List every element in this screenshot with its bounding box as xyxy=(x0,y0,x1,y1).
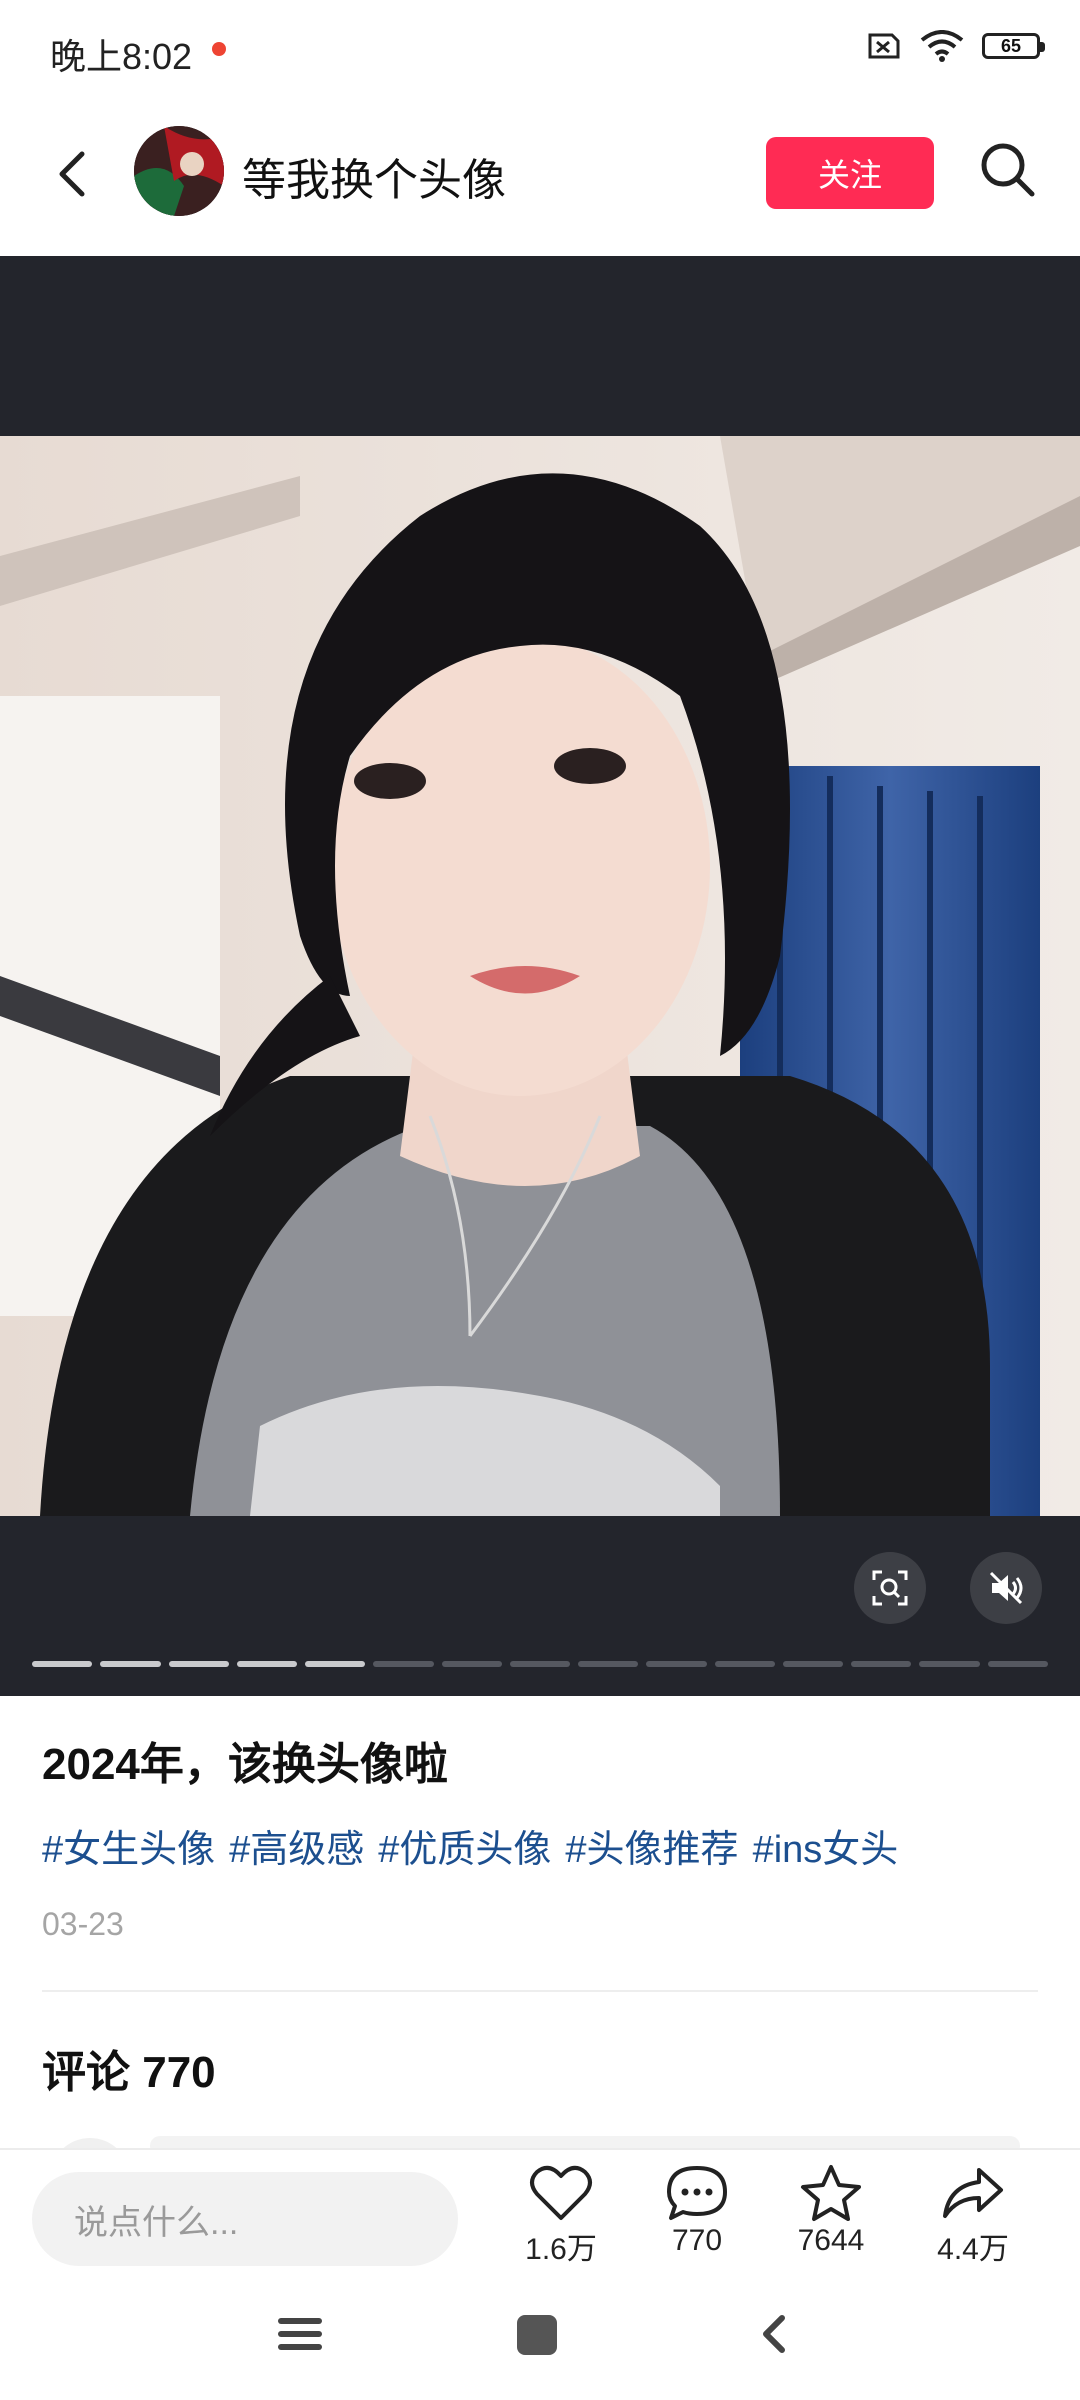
share-icon xyxy=(943,2168,1003,2218)
slide-progress-segment xyxy=(919,1661,980,1667)
share-count: 4.4万 xyxy=(937,2233,1009,2266)
slide-progress-segment xyxy=(441,1661,502,1667)
system-nav-bar xyxy=(0,2276,1080,2400)
follow-button[interactable]: 关注 xyxy=(766,137,934,209)
slide-progress-segment xyxy=(578,1661,639,1667)
search-icon[interactable] xyxy=(976,138,1040,202)
back-icon[interactable] xyxy=(756,2312,792,2356)
battery-icon: 65 xyxy=(982,33,1045,59)
hashtag-link[interactable]: #高级感 xyxy=(229,1818,364,1873)
hashtag-link[interactable]: #优质头像 xyxy=(378,1818,551,1873)
home-icon[interactable] xyxy=(514,2312,560,2358)
battery-level: 65 xyxy=(1000,36,1022,56)
hashtag-link[interactable]: #头像推荐 xyxy=(565,1818,738,1873)
notification-dot-icon xyxy=(212,42,226,56)
author-avatar[interactable] xyxy=(134,126,224,216)
mute-icon xyxy=(989,1571,1023,1605)
media-viewer[interactable] xyxy=(0,256,1080,1696)
bottom-action-bar: 说点什么... 1.6万 770 7644 4.4万 xyxy=(0,2148,1080,2278)
divider xyxy=(42,1990,1038,1992)
slide-progress-segment xyxy=(987,1661,1048,1667)
slide-progress-segment xyxy=(851,1661,912,1667)
post-photo[interactable] xyxy=(0,436,1080,1516)
star-icon xyxy=(801,2165,861,2221)
post-title: 2024年，该换头像啦 xyxy=(42,1740,448,1789)
slide-progress-segment xyxy=(373,1661,434,1667)
comments-header: 评论 770 xyxy=(42,2048,216,2097)
comment-button[interactable]: 770 xyxy=(642,2164,752,2258)
slide-progress-segment xyxy=(509,1661,571,1667)
like-count: 1.6万 xyxy=(525,2233,597,2266)
author-name[interactable]: 等我换个头像 xyxy=(242,144,506,208)
post-date: 03-23 xyxy=(42,1906,124,1942)
back-arrow-icon[interactable] xyxy=(46,144,106,204)
slide-progress-segment xyxy=(100,1661,161,1667)
status-icons: 65 xyxy=(862,30,1045,62)
slide-progress-segment xyxy=(305,1661,366,1667)
comment-icon xyxy=(667,2166,727,2220)
slide-progress-segment xyxy=(782,1661,844,1667)
menu-icon[interactable] xyxy=(276,2312,324,2356)
favorite-button[interactable]: 7644 xyxy=(776,2164,886,2258)
status-time: 晚上8:02 xyxy=(50,36,193,77)
share-button[interactable]: 4.4万 xyxy=(918,2164,1028,2268)
slide-progress-segment xyxy=(32,1661,93,1667)
slide-progress-segment xyxy=(168,1661,229,1667)
mute-button[interactable] xyxy=(970,1552,1042,1624)
comment-count: 770 xyxy=(671,2224,723,2257)
scan-button[interactable] xyxy=(854,1552,926,1624)
hashtag-link[interactable]: #ins女头 xyxy=(753,1818,899,1873)
heart-icon xyxy=(530,2165,592,2220)
comment-input[interactable]: 说点什么... xyxy=(32,2172,458,2266)
status-bar: 晚上8:02 65 xyxy=(0,0,1080,100)
post-header: 等我换个头像 关注 xyxy=(0,100,1080,256)
sim-off-icon xyxy=(868,33,900,59)
scan-icon xyxy=(872,1570,908,1606)
slide-progress xyxy=(32,1661,1048,1667)
slide-progress-segment xyxy=(714,1661,775,1667)
post-tags: #女生头像 #高级感 #优质头像 #头像推荐 #ins女头 xyxy=(42,1818,898,1873)
slide-progress-segment xyxy=(646,1661,707,1667)
favorite-count: 7644 xyxy=(797,2224,865,2257)
hashtag-link[interactable]: #女生头像 xyxy=(42,1818,215,1873)
like-button[interactable]: 1.6万 xyxy=(506,2164,616,2268)
wifi-icon xyxy=(920,30,964,62)
slide-progress-segment xyxy=(236,1661,298,1667)
